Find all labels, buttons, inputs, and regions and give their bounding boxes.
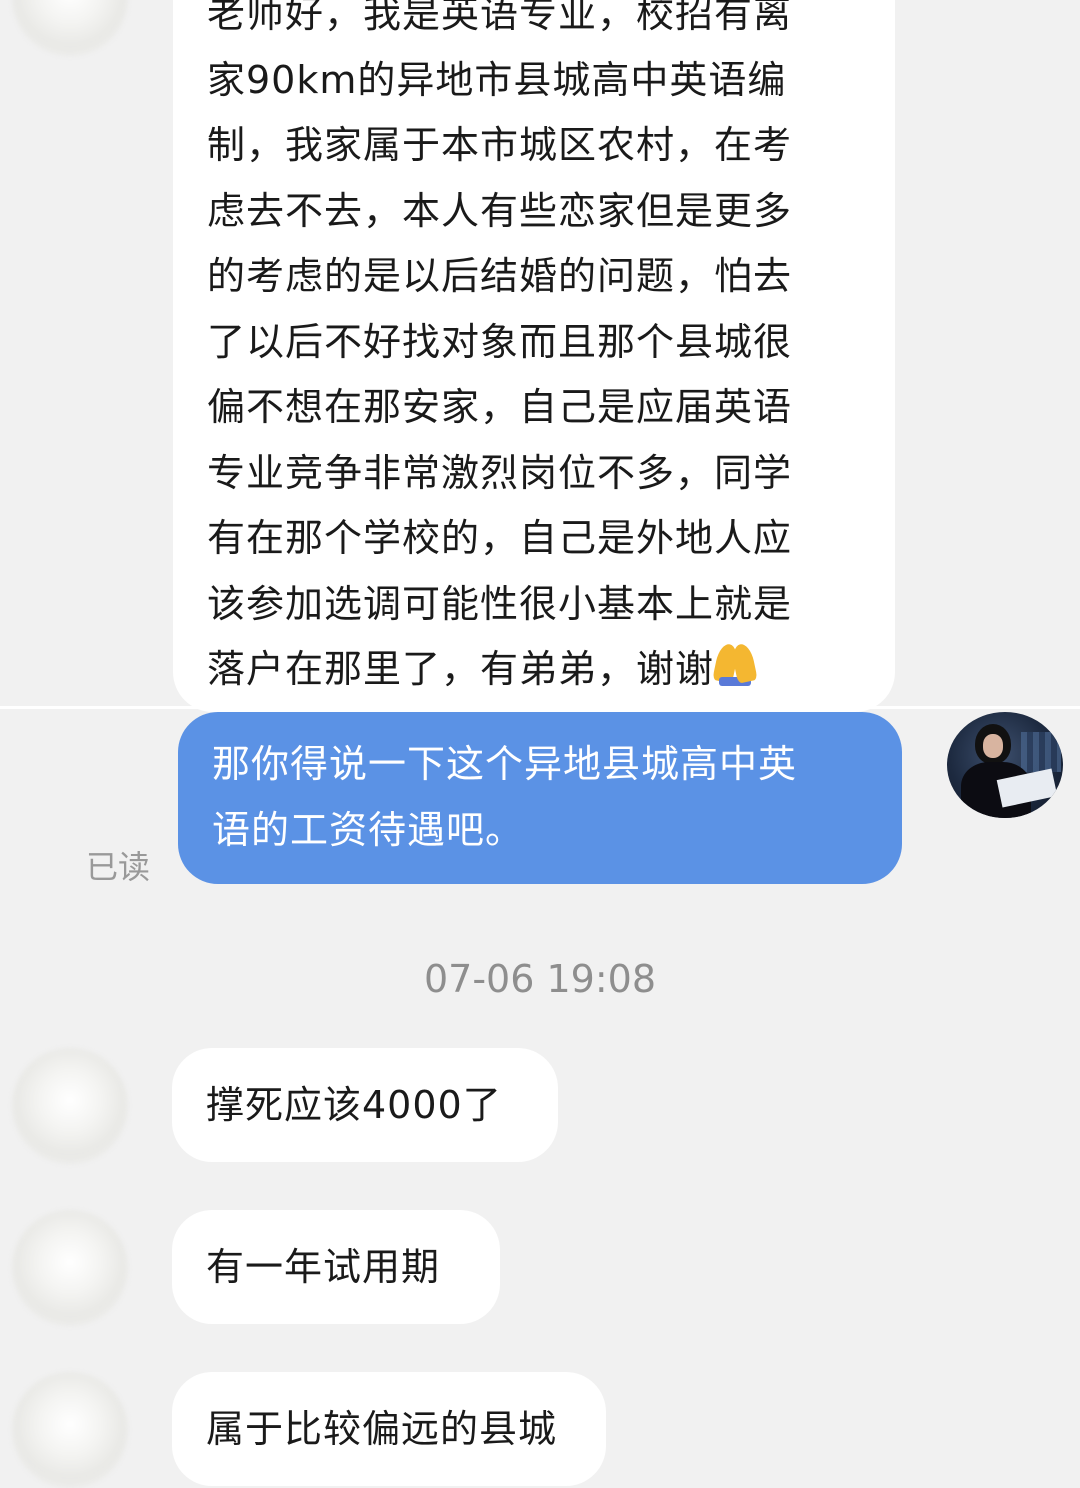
message-text: 撑死应该4000了 bbox=[206, 1083, 502, 1127]
contact-avatar[interactable] bbox=[12, 1048, 128, 1164]
user-avatar[interactable] bbox=[947, 712, 1063, 818]
message-text: 属于比较偏远的县城 bbox=[206, 1407, 558, 1451]
incoming-message-bubble[interactable]: 老师好，我是英语专业，校招有离 家90km的异地市县城高中英语编 制，我家属于本… bbox=[173, 0, 895, 712]
contact-avatar[interactable] bbox=[12, 1372, 128, 1488]
message-text: 那你得说一下这个异地县城高中英 语的工资待遇吧。 bbox=[212, 742, 798, 852]
read-status: 已读 bbox=[86, 848, 151, 886]
pray-emoji-icon bbox=[714, 642, 756, 686]
incoming-message-bubble[interactable]: 属于比较偏远的县城 bbox=[172, 1372, 606, 1486]
chat-thread: 老师好，我是英语专业，校招有离 家90km的异地市县城高中英语编 制，我家属于本… bbox=[0, 0, 1080, 1488]
message-timestamp: 07-06 19:08 bbox=[423, 957, 656, 1001]
outgoing-message-bubble[interactable]: 那你得说一下这个异地县城高中英 语的工资待遇吧。 bbox=[178, 712, 902, 884]
contact-avatar[interactable] bbox=[12, 0, 128, 56]
incoming-message-bubble[interactable]: 撑死应该4000了 bbox=[172, 1048, 558, 1162]
divider bbox=[0, 706, 1080, 709]
contact-avatar[interactable] bbox=[12, 1210, 128, 1326]
message-text: 老师好，我是英语专业，校招有离 家90km的异地市县城高中英语编 制，我家属于本… bbox=[207, 0, 793, 691]
message-text: 有一年试用期 bbox=[206, 1245, 441, 1289]
incoming-message-bubble[interactable]: 有一年试用期 bbox=[172, 1210, 500, 1324]
